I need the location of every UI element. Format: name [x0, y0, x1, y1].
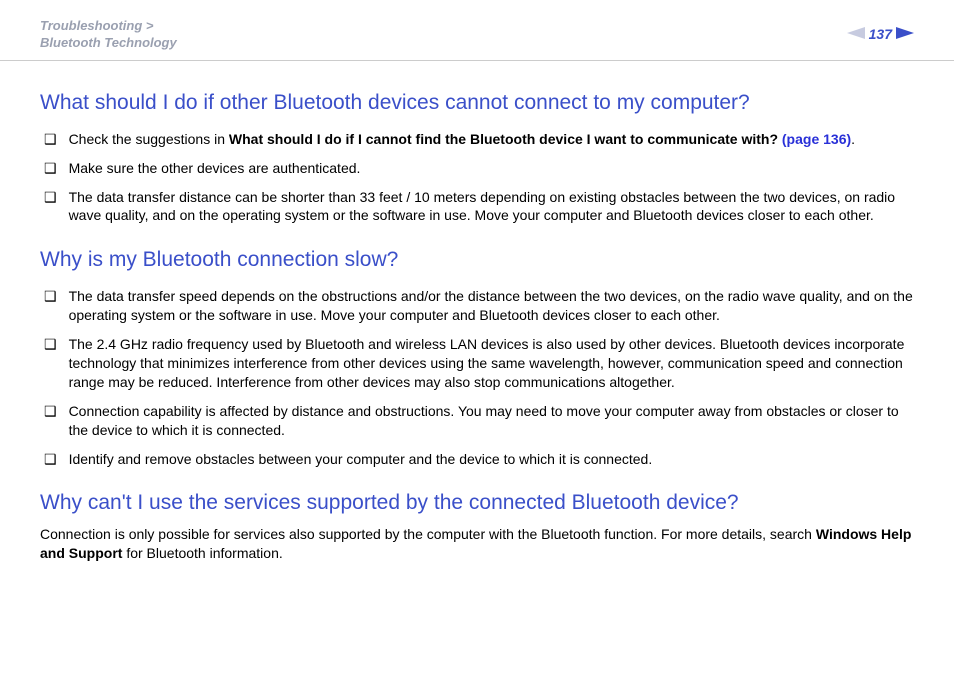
list-item-text: Connection capability is affected by dis…: [69, 402, 914, 440]
next-page-icon[interactable]: [896, 26, 914, 42]
list-item-text: The data transfer speed depends on the o…: [69, 287, 914, 325]
paragraph: Connection is only possible for services…: [40, 525, 914, 563]
list-item-text: Identify and remove obstacles between yo…: [69, 450, 914, 469]
bullet-list: ❑ Check the suggestions in What should I…: [40, 125, 914, 231]
list-item: ❑ The 2.4 GHz radio frequency used by Bl…: [40, 330, 914, 397]
section-heading: Why is my Bluetooth connection slow?: [40, 248, 914, 272]
bullet-list: ❑ The data transfer speed depends on the…: [40, 282, 914, 473]
list-item: ❑ The data transfer distance can be shor…: [40, 183, 914, 231]
text-span: .: [851, 131, 855, 147]
list-item-text: Check the suggestions in What should I d…: [69, 130, 914, 149]
breadcrumb: Troubleshooting > Bluetooth Technology: [40, 18, 177, 52]
bullet-icon: ❑: [44, 287, 57, 306]
list-item: ❑ The data transfer speed depends on the…: [40, 282, 914, 330]
bullet-icon: ❑: [44, 188, 57, 207]
bullet-icon: ❑: [44, 130, 57, 149]
list-item: ❑ Connection capability is affected by d…: [40, 397, 914, 445]
bullet-icon: ❑: [44, 335, 57, 354]
list-item-text: The data transfer distance can be shorte…: [69, 188, 914, 226]
section-heading: What should I do if other Bluetooth devi…: [40, 91, 914, 115]
section-heading: Why can't I use the services supported b…: [40, 491, 914, 515]
page-nav: 137: [847, 26, 914, 42]
breadcrumb-line1: Troubleshooting >: [40, 18, 177, 35]
text-span: Check the suggestions in: [69, 131, 229, 147]
list-item: ❑ Check the suggestions in What should I…: [40, 125, 914, 154]
list-item: ❑ Identify and remove obstacles between …: [40, 445, 914, 474]
text-span: Connection is only possible for services…: [40, 526, 816, 542]
page-link[interactable]: (page 136): [782, 131, 851, 147]
page-header: Troubleshooting > Bluetooth Technology 1…: [0, 0, 954, 61]
page-content: What should I do if other Bluetooth devi…: [0, 61, 954, 599]
list-item-text: The 2.4 GHz radio frequency used by Blue…: [69, 335, 914, 392]
list-item: ❑ Make sure the other devices are authen…: [40, 154, 914, 183]
bullet-icon: ❑: [44, 159, 57, 178]
text-span: for Bluetooth information.: [122, 545, 282, 561]
page-number: 137: [869, 26, 892, 42]
bullet-icon: ❑: [44, 402, 57, 421]
list-item-text: Make sure the other devices are authenti…: [69, 159, 914, 178]
prev-page-icon[interactable]: [847, 26, 865, 42]
breadcrumb-line2: Bluetooth Technology: [40, 35, 177, 52]
bold-text: What should I do if I cannot find the Bl…: [229, 131, 782, 147]
bullet-icon: ❑: [44, 450, 57, 469]
